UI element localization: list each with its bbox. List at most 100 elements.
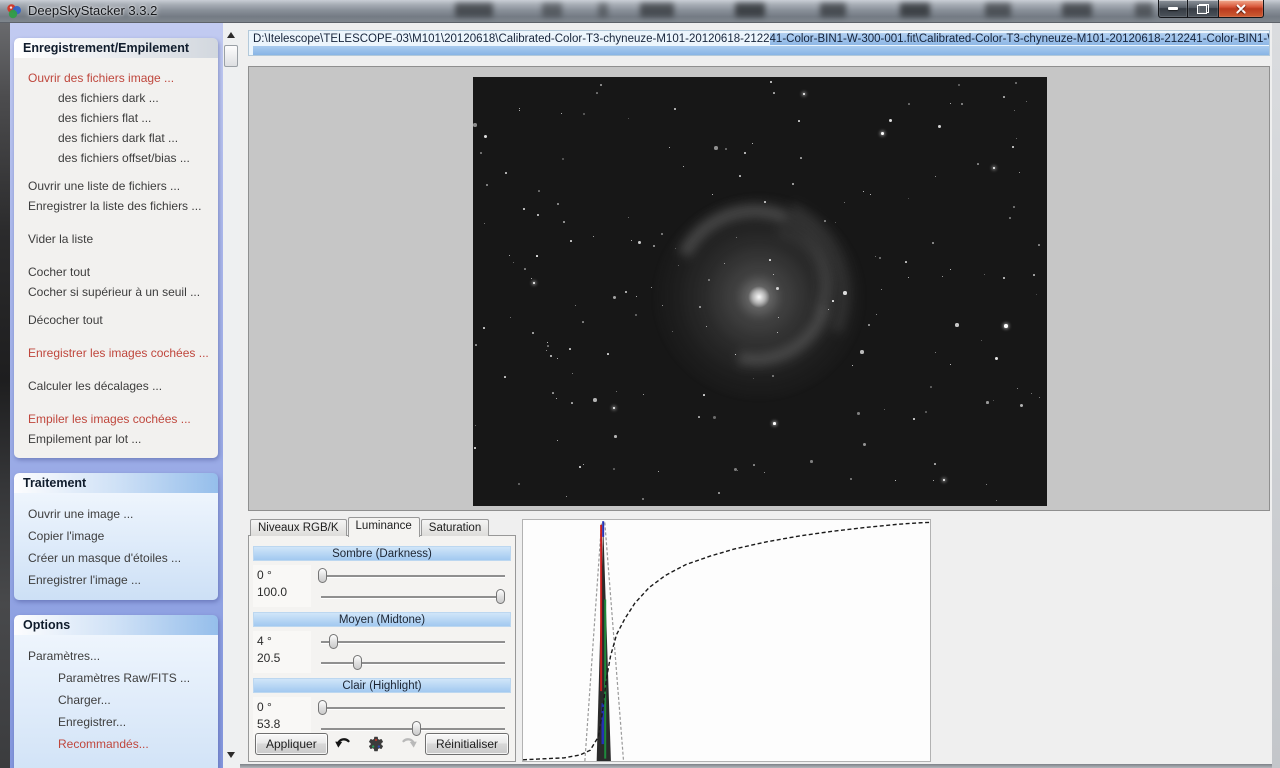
sidebar-item-ouvrir-une-image[interactable]: Ouvrir une image ...	[14, 503, 218, 525]
sidebar-item-ouvrir-des-fichiers-image[interactable]: Ouvrir des fichiers image ...	[14, 68, 218, 88]
glass-reflection	[820, 3, 846, 17]
image-viewer[interactable]	[248, 66, 1270, 511]
galaxy-arm	[658, 195, 860, 393]
sidebar-item-empiler-les-images-coch-es[interactable]: Empiler les images cochées ...	[14, 409, 218, 429]
star	[557, 203, 560, 206]
star	[810, 460, 813, 463]
minimize-icon	[1168, 7, 1178, 10]
slider-top[interactable]	[317, 565, 507, 586]
undo-icon[interactable]	[334, 737, 353, 752]
sidebar-item-des-fichiers-offset-bias[interactable]: des fichiers offset/bias ...	[14, 148, 218, 168]
tab-saturation[interactable]: Saturation	[420, 519, 490, 536]
sidebar-item-vider-la-liste[interactable]: Vider la liste	[14, 229, 218, 249]
slider-thumb[interactable]	[353, 655, 363, 670]
slider-track[interactable]	[321, 596, 505, 598]
slider-track[interactable]	[321, 641, 505, 643]
sidebar-item-cocher-si-sup-rieur-un-seuil[interactable]: Cocher si supérieur à un seuil ...	[14, 282, 218, 302]
star	[895, 480, 897, 482]
sidebar-item-enregistrer-les-images-coch-es[interactable]: Enregistrer les images cochées ...	[14, 343, 218, 363]
sidebar-scrollbar[interactable]	[223, 23, 240, 768]
star	[505, 172, 508, 175]
close-button[interactable]	[1218, 0, 1264, 18]
star	[1014, 110, 1016, 112]
star	[628, 217, 629, 218]
star	[876, 314, 878, 316]
star	[547, 345, 549, 347]
star	[642, 498, 644, 500]
sidebar-item-ouvrir-une-liste-de-fichiers[interactable]: Ouvrir une liste de fichiers ...	[14, 176, 218, 196]
slider-top[interactable]	[317, 697, 507, 718]
star	[1017, 388, 1019, 390]
slider-thumb[interactable]	[496, 589, 506, 604]
star	[556, 398, 557, 399]
sidebar-item-cr-er-un-masque-d-toiles[interactable]: Créer un masque d'étoiles ...	[14, 547, 218, 569]
star	[613, 296, 617, 300]
apply-button[interactable]: Appliquer	[255, 733, 328, 755]
star	[579, 466, 581, 468]
star	[955, 323, 959, 327]
sidebar-item-cocher-tout[interactable]: Cocher tout	[14, 262, 218, 282]
sidebar-item-charger[interactable]: Charger...	[14, 689, 218, 711]
galaxy-core	[748, 286, 770, 308]
glass-reflection	[640, 3, 674, 17]
sidebar-item-a-propos-de-deepskystacker[interactable]: A propos de DeepSkyStacker ...	[14, 763, 218, 768]
scroll-down-icon[interactable]	[227, 752, 235, 758]
slider-thumb[interactable]	[317, 568, 327, 583]
sidebar-item-d-cocher-tout[interactable]: Décocher tout	[14, 310, 218, 330]
star	[625, 291, 628, 294]
slider-top[interactable]	[319, 631, 507, 652]
value-box: 0 ° 100.0	[253, 565, 311, 607]
bright-star	[773, 422, 776, 425]
star	[950, 364, 951, 365]
star	[638, 241, 641, 244]
star	[712, 194, 714, 196]
sidebar-item-enregistrer-l-image[interactable]: Enregistrer l'image ...	[14, 569, 218, 591]
redo-icon[interactable]	[399, 737, 418, 752]
slider-track[interactable]	[321, 575, 505, 577]
star	[475, 425, 476, 426]
titlebar[interactable]: DeepSkyStacker 3.3.2	[0, 0, 1280, 23]
sidebar-item-recommand-s[interactable]: Recommandés...	[14, 733, 218, 755]
sidebar-item-enregistrer[interactable]: Enregistrer...	[14, 711, 218, 733]
sidebar-item-des-fichiers-flat[interactable]: des fichiers flat ...	[14, 108, 218, 128]
star	[475, 344, 477, 346]
star	[725, 148, 727, 150]
sidebar-item-empilement-par-lot[interactable]: Empilement par lot ...	[14, 429, 218, 449]
slider-thumb[interactable]	[317, 700, 327, 715]
scroll-up-icon[interactable]	[227, 32, 235, 38]
slider-track[interactable]	[321, 707, 505, 709]
sidebar-item-des-fichiers-dark-flat[interactable]: des fichiers dark flat ...	[14, 128, 218, 148]
section-header-moyen-midtone: Moyen (Midtone)	[253, 612, 511, 627]
star	[996, 500, 998, 502]
sidebar-item-enregistrer-la-liste-des-fichiers[interactable]: Enregistrer la liste des fichiers ...	[14, 196, 218, 216]
tab-luminance[interactable]: Luminance	[347, 517, 420, 537]
minimize-button[interactable]	[1158, 0, 1188, 18]
galaxy-halo	[654, 195, 864, 399]
sidebar-item-calculer-les-d-calages[interactable]: Calculer les décalages ...	[14, 376, 218, 396]
star	[669, 147, 671, 149]
bright-star	[803, 93, 806, 96]
star	[777, 332, 779, 334]
star	[504, 376, 506, 378]
action-row: Appliquer Réinitialiser	[255, 733, 509, 755]
slider-track[interactable]	[321, 662, 505, 664]
star	[881, 289, 882, 290]
slider-bottom[interactable]	[319, 652, 507, 673]
sidebar-item-param-tres[interactable]: Paramètres...	[14, 645, 218, 667]
slider-bottom[interactable]	[319, 586, 507, 607]
file-path-field[interactable]: D:\Itelescope\TELESCOPE-03\M101\20120618…	[248, 30, 1270, 56]
star	[1016, 138, 1018, 140]
star	[718, 492, 720, 494]
star	[474, 447, 476, 449]
sidebar-item-copier-l-image[interactable]: Copier l'image	[14, 525, 218, 547]
slider-thumb[interactable]	[329, 634, 339, 649]
maximize-button[interactable]	[1188, 0, 1218, 18]
scrollbar-thumb[interactable]	[224, 45, 238, 67]
star	[570, 240, 572, 242]
settings-gear-icon[interactable]	[367, 735, 385, 753]
sidebar-item-des-fichiers-dark[interactable]: des fichiers dark ...	[14, 88, 218, 108]
sidebar-item-param-tres-raw-fits[interactable]: Paramètres Raw/FITS ...	[14, 667, 218, 689]
reset-button[interactable]: Réinitialiser	[424, 733, 509, 755]
star	[908, 277, 909, 278]
tab-niveaux-rgb-k[interactable]: Niveaux RGB/K	[250, 519, 347, 536]
